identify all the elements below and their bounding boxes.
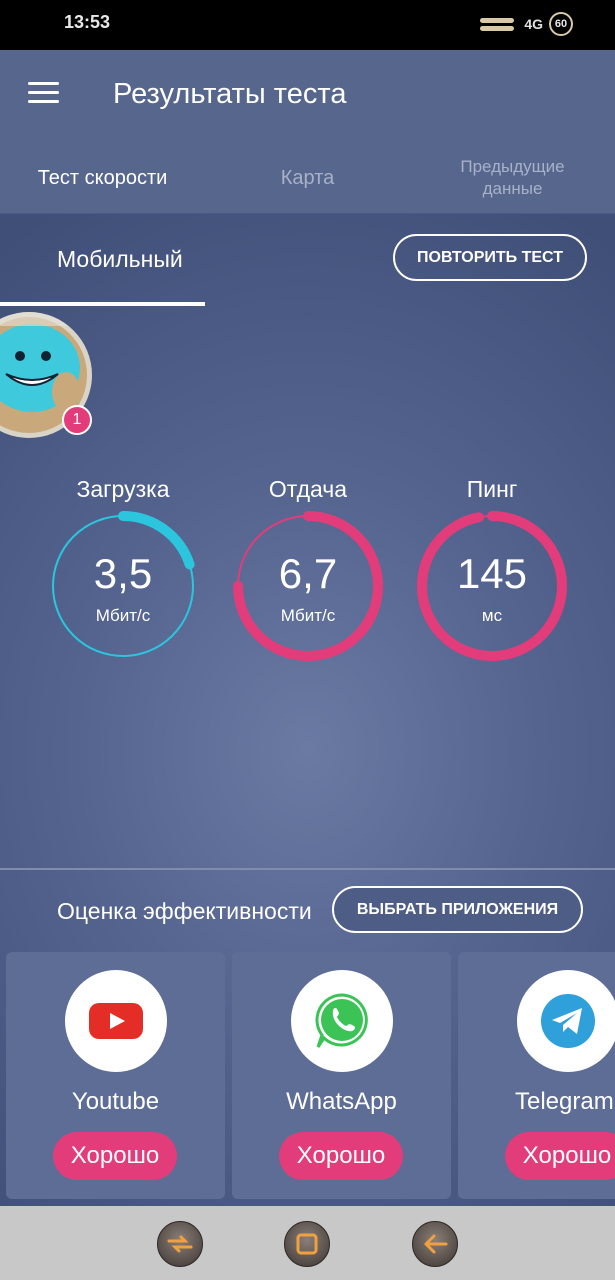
ping-value: 145 — [456, 550, 528, 597]
download-label: Загрузка — [76, 476, 170, 502]
upload-value: 6,7 — [278, 550, 338, 597]
choose-apps-button[interactable]: ВЫБРАТЬ ПРИЛОЖЕНИЯ — [332, 886, 583, 933]
battery-indicator: 60 — [549, 12, 573, 36]
page-title: Результаты теста — [113, 78, 347, 110]
navigation-bar — [0, 1206, 615, 1280]
toolbar: Результаты теста — [0, 50, 615, 142]
retest-button[interactable]: ПОВТОРИТЬ ТЕСТ — [393, 234, 587, 281]
download-value: 3,5 — [93, 550, 153, 597]
status-bar: 13:53 4G 60 — [0, 0, 615, 50]
app-rating-badge: Хорошо — [279, 1132, 403, 1180]
youtube-icon — [65, 970, 167, 1072]
app-rating-badge: Хорошо — [53, 1132, 177, 1180]
app-name: WhatsApp — [286, 1088, 397, 1115]
tab-speed-test[interactable]: Тест скорости — [0, 142, 205, 214]
upload-metric: Отдача 6,7 Мбит/с — [228, 474, 388, 674]
download-metric: Загрузка 3,5 Мбит/с — [43, 474, 203, 674]
app-card-telegram[interactable]: Telegram Хорошо — [458, 952, 615, 1199]
home-icon — [296, 1233, 318, 1255]
app-name: Telegram — [515, 1088, 614, 1115]
app-card-whatsapp[interactable]: WhatsApp Хорошо — [232, 952, 451, 1199]
app-name: Youtube — [71, 1088, 160, 1115]
network-type: 4G — [524, 16, 543, 32]
tab-previous-data[interactable]: Предыдущие данные — [410, 142, 615, 214]
menu-icon[interactable] — [28, 82, 60, 108]
upload-unit: Мбит/с — [280, 606, 336, 625]
performance-title: Оценка эффективности — [57, 898, 312, 924]
upload-label: Отдача — [268, 476, 348, 502]
back-button[interactable] — [412, 1221, 458, 1267]
status-indicators: 4G 60 — [480, 12, 573, 36]
tab-bar: Тест скорости Карта Предыдущие данные — [0, 142, 615, 306]
signal-icon — [480, 17, 515, 31]
back-arrow-icon — [424, 1234, 448, 1254]
download-unit: Мбит/с — [95, 606, 151, 625]
section-divider — [0, 868, 615, 870]
tab-map[interactable]: Карта — [205, 142, 410, 214]
status-time: 13:53 — [64, 12, 111, 32]
app-screen: Результаты теста Тест скорости Карта Пре… — [0, 50, 615, 1206]
whatsapp-icon — [291, 970, 393, 1072]
ping-label: Пинг — [466, 476, 518, 502]
connection-type: Мобильный — [57, 246, 183, 272]
active-tab-indicator — [0, 302, 205, 306]
notification-badge: 1 — [62, 405, 92, 435]
app-rating-badge: Хорошо — [505, 1132, 615, 1180]
recents-icon — [167, 1235, 193, 1253]
recents-button[interactable] — [157, 1221, 203, 1267]
ping-metric: Пинг 145 мс — [412, 474, 572, 674]
telegram-icon — [517, 970, 615, 1072]
app-card-youtube[interactable]: Youtube Хорошо — [6, 952, 225, 1199]
home-button[interactable] — [284, 1221, 330, 1267]
ping-unit: мс — [481, 606, 503, 625]
